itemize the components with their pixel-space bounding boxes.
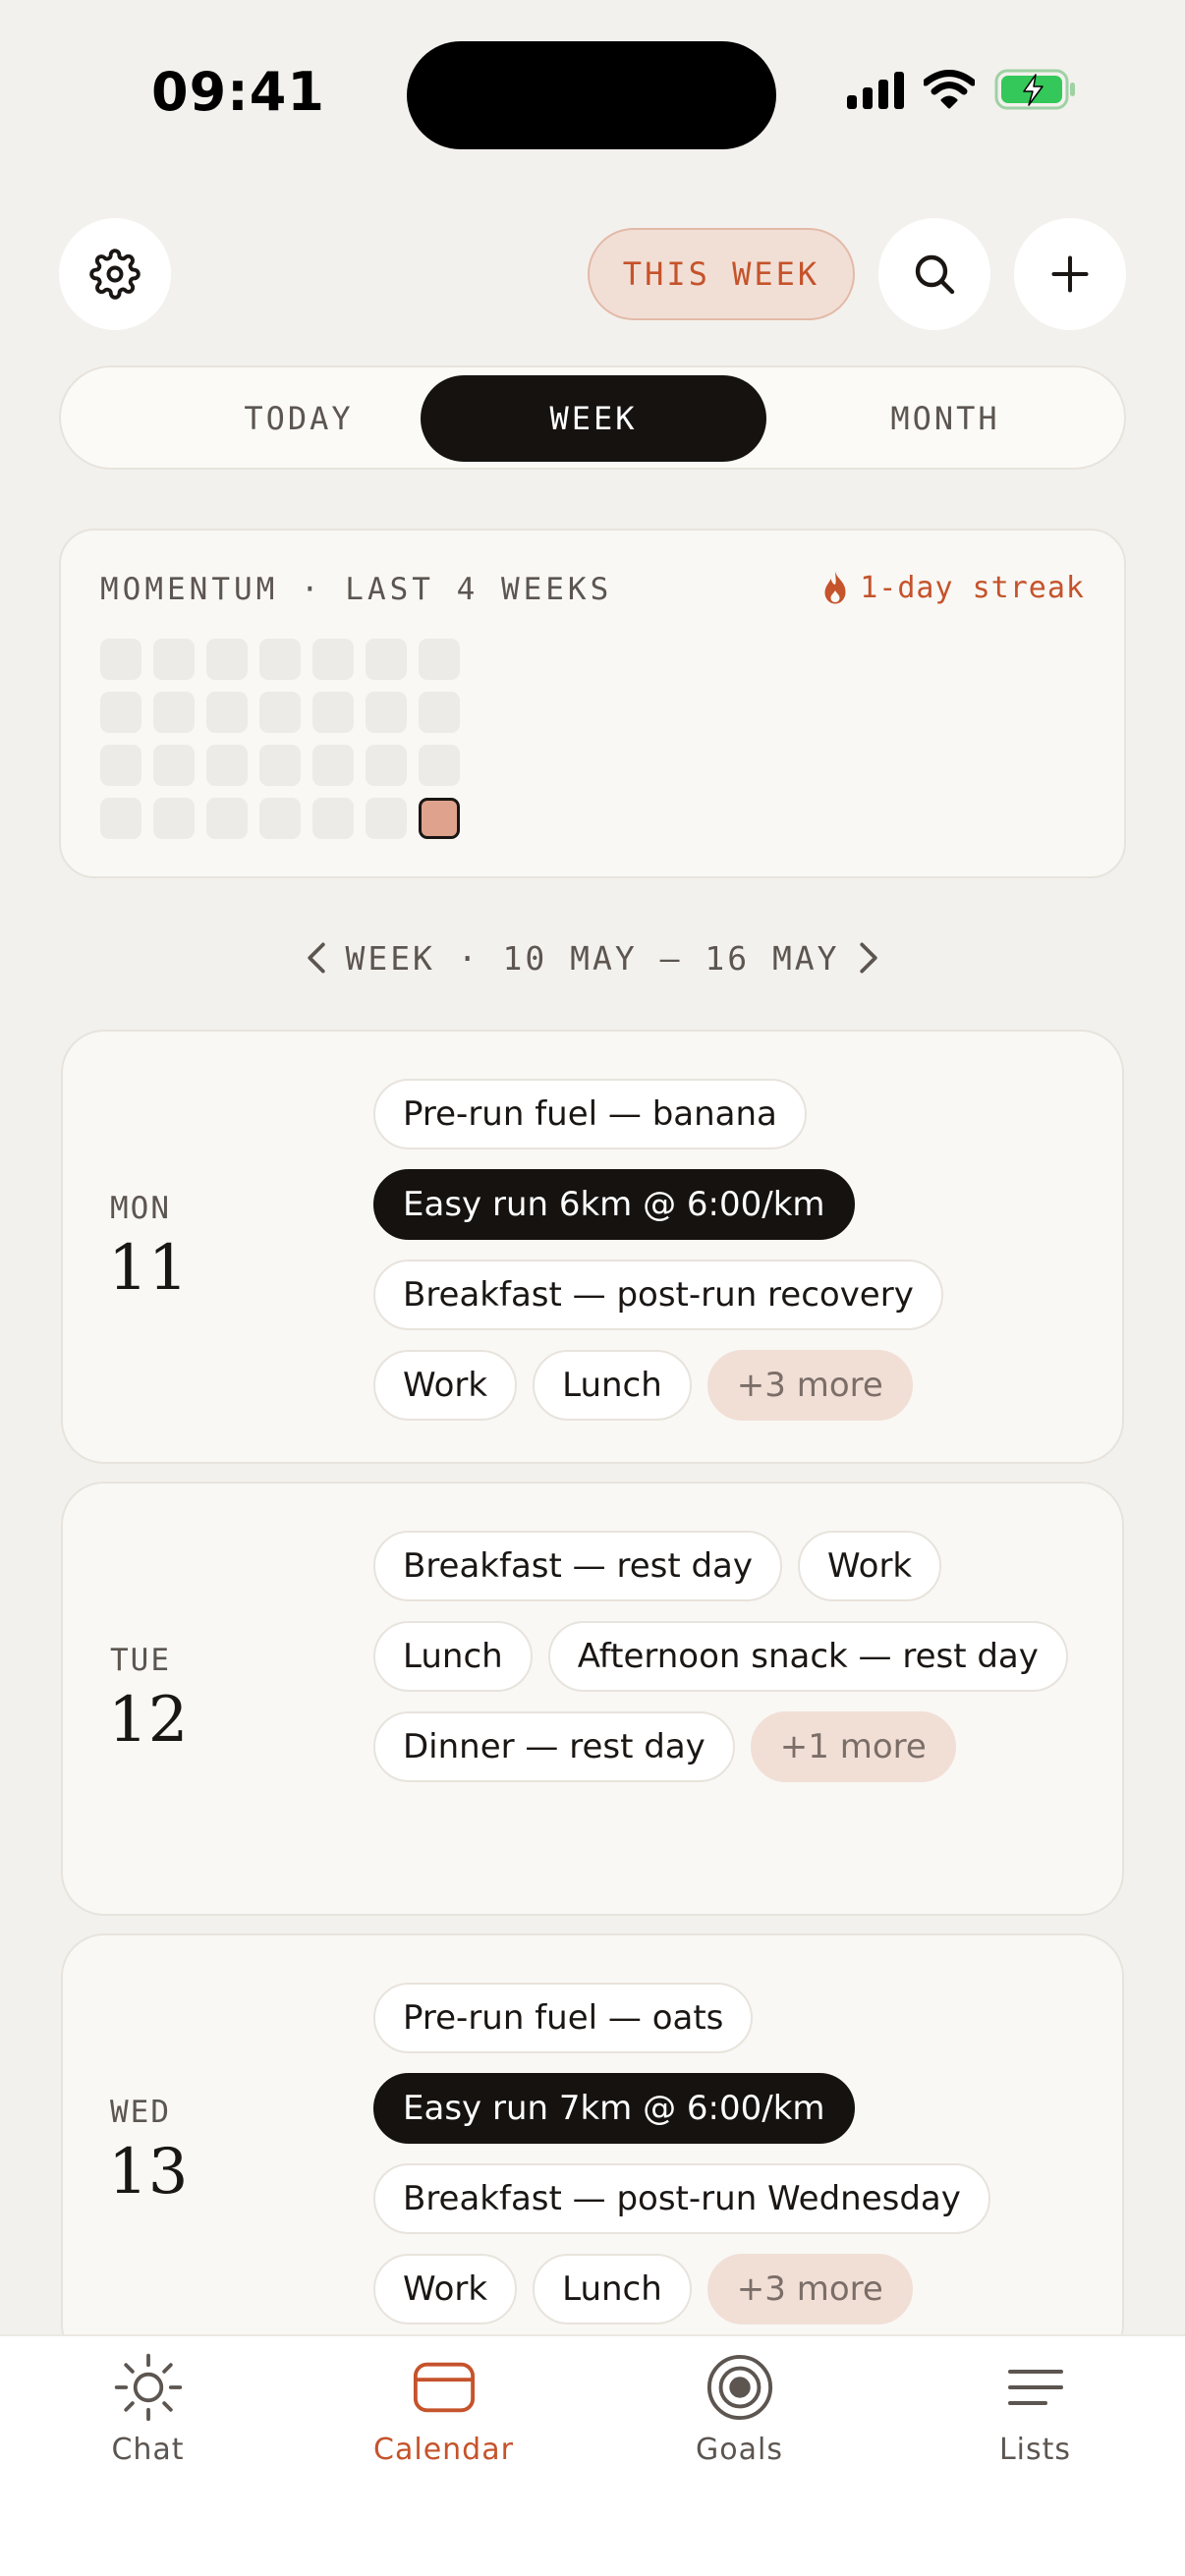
target-icon <box>706 2354 772 2421</box>
heatmap-cell-active <box>419 798 460 839</box>
sun-icon <box>114 2353 182 2422</box>
event-chip[interactable]: Work <box>798 1531 942 1601</box>
tab-label: Lists <box>998 2433 1072 2467</box>
momentum-card: MOMENTUM · LAST 4 WEEKS 1-day streak <box>59 529 1126 878</box>
momentum-heatmap <box>100 639 460 839</box>
heatmap-cell <box>206 745 248 786</box>
chevron-right-icon[interactable] <box>858 941 879 975</box>
heatmap-cell <box>419 692 460 733</box>
streak-badge: 1-day streak <box>820 570 1085 605</box>
tab-week[interactable]: WEEK <box>421 375 766 462</box>
battery-icon <box>994 69 1075 110</box>
wifi-icon <box>924 70 975 109</box>
week-navigator: WEEK · 10 MAY — 16 MAY <box>0 931 1185 984</box>
add-button[interactable] <box>1014 218 1126 330</box>
list-icon <box>1007 2370 1063 2405</box>
chevron-left-icon[interactable] <box>306 941 327 975</box>
heatmap-cell <box>366 692 407 733</box>
heatmap-cell <box>259 798 301 839</box>
event-chip[interactable]: Lunch <box>533 2254 692 2324</box>
this-week-button[interactable]: THIS WEEK <box>588 228 855 320</box>
heatmap-cell <box>100 692 141 733</box>
day-date: 12 <box>108 1684 189 1757</box>
heatmap-cell <box>206 692 248 733</box>
search-icon <box>915 254 955 295</box>
heatmap-cell <box>100 798 141 839</box>
event-chip[interactable]: Lunch <box>533 1350 692 1421</box>
day-card-mon[interactable]: MON 11 Pre-run fuel — banana Easy run 6k… <box>61 1030 1124 1464</box>
tab-calendar[interactable]: Calendar <box>296 2336 592 2484</box>
heatmap-cell <box>100 745 141 786</box>
dynamic-island <box>407 41 776 149</box>
event-chip[interactable]: Breakfast — rest day <box>373 1531 783 1601</box>
status-time: 09:41 <box>151 61 325 123</box>
day-card-tue[interactable]: TUE 12 Breakfast — rest day Work Lunch A… <box>61 1482 1124 1916</box>
day-date: 11 <box>108 1232 189 1305</box>
event-chip[interactable]: Breakfast — post-run Wednesday <box>373 2163 990 2234</box>
search-button[interactable] <box>878 218 990 330</box>
event-chip[interactable]: Work <box>373 2254 518 2324</box>
day-card-wed[interactable]: WED 13 Pre-run fuel — oats Easy run 7km … <box>61 1933 1124 2368</box>
plus-icon <box>1051 255 1089 293</box>
event-chip[interactable]: Pre-run fuel — banana <box>373 1079 807 1149</box>
day-weekday: WED <box>110 2095 171 2130</box>
heatmap-cell <box>259 745 301 786</box>
event-chip[interactable]: Pre-run fuel — oats <box>373 1983 754 2053</box>
heatmap-cell <box>312 692 354 733</box>
momentum-title: MOMENTUM · LAST 4 WEEKS <box>100 572 613 607</box>
event-chips: Pre-run fuel — banana Easy run 6km @ 6:0… <box>373 1079 1091 1421</box>
heatmap-cell <box>312 639 354 680</box>
heatmap-cell <box>419 745 460 786</box>
tab-label: Calendar <box>373 2433 514 2467</box>
view-switcher: TODAY WEEK MONTH <box>59 365 1126 470</box>
settings-button[interactable] <box>59 218 171 330</box>
tab-lists[interactable]: Lists <box>887 2336 1183 2484</box>
calendar-icon <box>413 2362 475 2413</box>
tab-goals[interactable]: Goals <box>592 2336 887 2484</box>
more-events-chip[interactable]: +1 more <box>750 1711 956 1782</box>
event-chip-workout[interactable]: Easy run 7km @ 6:00/km <box>373 2073 855 2144</box>
tab-chat[interactable]: Chat <box>0 2336 296 2484</box>
bottom-tab-bar: Chat Calendar Goals Lists <box>0 2334 1185 2576</box>
week-range-label: WEEK · 10 MAY — 16 MAY <box>345 938 840 978</box>
flame-icon <box>824 571 846 604</box>
day-date: 13 <box>108 2136 189 2209</box>
heatmap-cell <box>259 639 301 680</box>
event-chips: Breakfast — rest day Work Lunch Afternoo… <box>373 1531 1091 1782</box>
heatmap-cell <box>366 639 407 680</box>
status-bar: 09:41 <box>0 0 1185 187</box>
event-chip[interactable]: Afternoon snack — rest day <box>547 1621 1068 1692</box>
day-weekday: MON <box>110 1191 171 1226</box>
cellular-signal-icon <box>847 70 904 109</box>
tab-label: Goals <box>696 2433 783 2467</box>
heatmap-cell <box>366 745 407 786</box>
event-chip[interactable]: Breakfast — post-run recovery <box>373 1260 943 1330</box>
streak-label: 1-day streak <box>860 570 1085 605</box>
status-icons <box>847 69 1077 110</box>
event-chips: Pre-run fuel — oats Easy run 7km @ 6:00/… <box>373 1983 1091 2324</box>
tab-label: Chat <box>111 2433 185 2467</box>
heatmap-cell <box>100 639 141 680</box>
heatmap-cell <box>153 639 195 680</box>
event-chip[interactable]: Work <box>373 1350 518 1421</box>
heatmap-cell <box>312 798 354 839</box>
heatmap-cell <box>153 692 195 733</box>
heatmap-cell <box>259 692 301 733</box>
gear-icon <box>89 249 141 300</box>
heatmap-cell <box>153 745 195 786</box>
event-chip[interactable]: Dinner — rest day <box>373 1711 735 1782</box>
tab-month[interactable]: MONTH <box>772 375 1118 462</box>
event-chip[interactable]: Lunch <box>373 1621 533 1692</box>
heatmap-cell <box>206 798 248 839</box>
heatmap-cell <box>206 639 248 680</box>
heatmap-cell <box>366 798 407 839</box>
day-weekday: TUE <box>110 1643 171 1678</box>
more-events-chip[interactable]: +3 more <box>706 1350 913 1421</box>
event-chip-workout[interactable]: Easy run 6km @ 6:00/km <box>373 1169 855 1240</box>
heatmap-cell <box>312 745 354 786</box>
heatmap-cell <box>419 639 460 680</box>
more-events-chip[interactable]: +3 more <box>706 2254 913 2324</box>
heatmap-cell <box>153 798 195 839</box>
